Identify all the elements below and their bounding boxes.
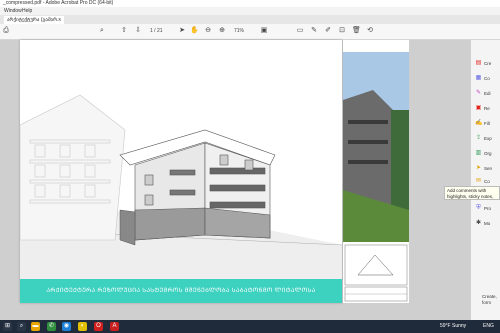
- chrome-icon[interactable]: ◐: [78, 322, 87, 331]
- tool-fill-sign[interactable]: ✍ Fill: [475, 120, 499, 128]
- pdf-page-2[interactable]: [342, 40, 409, 303]
- organize-icon: ▥: [475, 150, 482, 156]
- pdf-page-1[interactable]: ᲐᲠᲥᲘᲢᲔᲥᲢᲣᲠᲐ ᲠᲔᲖᲝᲚᲣᲪᲘᲐ ᲡᲐᲡᲢᲣᲛᲠᲝᲡ ᲛᲨᲔᲜᲔᲑᲚᲝ…: [20, 40, 342, 303]
- file-explorer-icon[interactable]: ▬: [31, 322, 40, 331]
- rotate-icon[interactable]: ⟲: [366, 27, 374, 35]
- zoom-in-icon[interactable]: ⊕: [218, 27, 226, 35]
- fill-sign-icon: ✍: [475, 120, 483, 126]
- tool-organize[interactable]: ▥ Org: [475, 150, 499, 158]
- hand-tool-icon[interactable]: ✋: [190, 27, 199, 35]
- tool-comment[interactable]: ✉ Co: [475, 178, 499, 186]
- fit-page-icon[interactable]: ▣: [260, 27, 268, 35]
- tool-combine[interactable]: ▦ Co: [475, 75, 499, 83]
- opera-icon[interactable]: O: [94, 322, 103, 331]
- toolbar: ⎙ ⌕ ⇧ ⇩ 1 / 21 ➤ ✋ ⊖ ⊕ 71% ▣ ▭ ✎ ✐ ⊡ 🗑 ⟲: [0, 24, 500, 40]
- page-up-icon[interactable]: ⇧: [120, 27, 128, 35]
- select-cursor-icon[interactable]: ➤: [178, 27, 186, 35]
- banner-text: ᲐᲠᲥᲘᲢᲔᲥᲢᲣᲠᲐ ᲠᲔᲖᲝᲚᲣᲪᲘᲐ ᲡᲐᲡᲢᲣᲛᲠᲝᲡ ᲛᲨᲔᲜᲔᲑᲚᲝ…: [46, 288, 316, 294]
- send-icon: ➤: [475, 165, 482, 171]
- zoom-out-icon[interactable]: ⊖: [204, 27, 212, 35]
- print-icon[interactable]: ⎙: [2, 27, 10, 35]
- tools-panel: ▤ Cre ▦ Co ✎ Edi ▣ Re ✍ Fill ⇪ Exp ▥ Org…: [470, 40, 500, 320]
- tool-edit[interactable]: ✎ Edi: [475, 90, 499, 98]
- request-icon: ▣: [475, 105, 482, 111]
- menu-item-help[interactable]: Help: [22, 7, 32, 15]
- combine-icon: ▦: [475, 75, 482, 81]
- stamp-icon[interactable]: ⊡: [338, 27, 346, 35]
- acrobat-icon[interactable]: A: [110, 322, 119, 331]
- weather-status[interactable]: 59°F Sunny: [440, 320, 466, 333]
- building-drawing: [20, 94, 342, 279]
- tool-more[interactable]: ✱ Mo: [475, 220, 499, 228]
- render-image: [343, 52, 409, 302]
- zoom-level[interactable]: 71%: [234, 27, 244, 35]
- page-down-icon[interactable]: ⇩: [134, 27, 142, 35]
- tab-label: არქიტექტურა (გამარ...: [7, 17, 62, 23]
- delete-icon[interactable]: 🗑: [352, 27, 361, 35]
- tool-export[interactable]: ⇪ Exp: [475, 135, 499, 143]
- search-icon[interactable]: ⌕: [98, 27, 106, 35]
- edit-icon: ✎: [475, 90, 482, 96]
- comment-icon: ✉: [475, 178, 482, 184]
- menu-bar: Window Help: [0, 7, 500, 15]
- start-icon[interactable]: ⊞: [3, 322, 12, 331]
- language-indicator[interactable]: ENG: [483, 320, 494, 333]
- comment-tooltip: Add comments with highlights, sticky not…: [444, 186, 500, 200]
- highlight-icon[interactable]: ✐: [324, 27, 332, 35]
- tool-request[interactable]: ▣ Re: [475, 105, 499, 113]
- taskbar: ⊞ ⌕ ▬ ✆ ◉ ◐ O A 59°F Sunny ENG: [0, 320, 500, 333]
- page-indicator[interactable]: 1 / 21: [150, 27, 163, 35]
- tool-send[interactable]: ➤ Sen: [475, 165, 499, 173]
- tool-create-pdf[interactable]: ▤ Cre: [475, 60, 499, 68]
- comment-icon[interactable]: ▭: [296, 27, 304, 35]
- whatsapp-icon[interactable]: ✆: [47, 322, 56, 331]
- more-tools-icon: ✱: [475, 220, 482, 226]
- title-bar: _compressed.pdf - Adobe Acrobat Pro DC (…: [0, 0, 500, 7]
- tool-protect[interactable]: ⛨ Pro: [475, 205, 499, 213]
- browser-icon[interactable]: ◉: [62, 322, 71, 331]
- document-tab[interactable]: არქიტექტურა (გამარ... ×: [4, 16, 64, 24]
- menu-item-window[interactable]: Window: [4, 7, 22, 15]
- search-taskbar-icon[interactable]: ⌕: [17, 322, 26, 331]
- title-banner: ᲐᲠᲥᲘᲢᲔᲥᲢᲣᲠᲐ ᲠᲔᲖᲝᲚᲣᲪᲘᲐ ᲡᲐᲡᲢᲣᲛᲠᲝᲡ ᲛᲨᲔᲜᲔᲑᲚᲝ…: [20, 279, 342, 303]
- close-tab-icon[interactable]: ×: [58, 16, 61, 24]
- pen-icon[interactable]: ✎: [310, 27, 318, 35]
- panel-bottom-promo[interactable]: Create, form: [482, 294, 497, 306]
- protect-icon: ⛨: [476, 205, 481, 211]
- window-title: _compressed.pdf - Adobe Acrobat Pro DC (…: [3, 0, 114, 6]
- export-icon: ⇪: [475, 135, 482, 141]
- create-icon: ▤: [475, 60, 482, 66]
